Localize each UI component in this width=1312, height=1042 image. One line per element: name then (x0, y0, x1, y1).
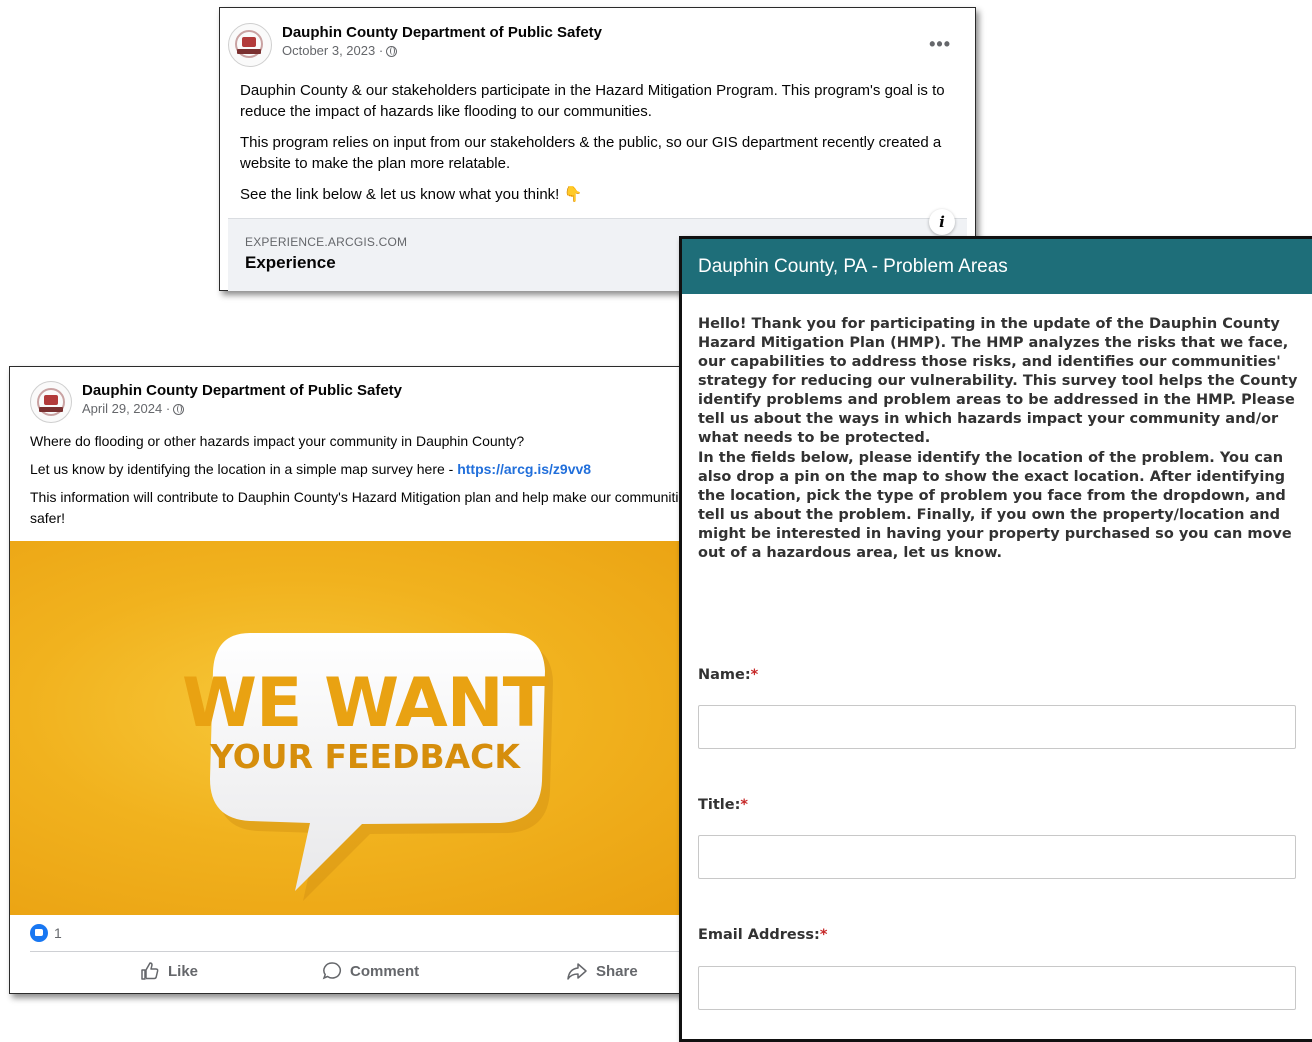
survey-form: Dauphin County, PA - Problem Areas Hello… (679, 236, 1312, 1042)
post-date-text[interactable]: October 3, 2023 · (282, 42, 383, 60)
link-title: Experience (245, 253, 336, 272)
required-marker: * (750, 667, 759, 683)
page-name-link[interactable]: Dauphin County Department of Public Safe… (82, 381, 402, 400)
required-marker: * (740, 797, 748, 813)
post-header: Dauphin County Department of Public Safe… (228, 23, 602, 67)
post-paragraph: This program relies on input from our st… (240, 134, 942, 172)
title-input[interactable] (698, 835, 1296, 879)
seal-band (237, 49, 261, 54)
title-label-text: Title: (698, 797, 741, 813)
post-paragraph: See the link below & let us know what yo… (240, 186, 583, 203)
globe-icon (173, 403, 185, 415)
link-domain: EXPERIENCE.ARCGIS.COM (245, 235, 408, 249)
page-avatar[interactable] (228, 23, 272, 67)
info-icon[interactable]: i (929, 209, 955, 235)
post-text: Let us know by identifying the location … (30, 461, 458, 477)
seal-center (242, 37, 256, 47)
survey-intro-paragraph: Hello! Thank you for participating in th… (698, 316, 1298, 446)
title-field-label: Title:* (698, 797, 748, 813)
globe-icon (386, 45, 398, 57)
feedback-image[interactable]: WE WANT YOUR FEEDBACK (10, 541, 725, 915)
like-label: Like (168, 962, 199, 980)
name-input[interactable] (698, 705, 1296, 749)
seal-band (39, 407, 63, 412)
share-button[interactable]: Share (566, 961, 638, 981)
post-paragraph: Let us know by identifying the location … (30, 459, 720, 480)
email-input[interactable] (698, 966, 1296, 1010)
post-meta: Dauphin County Department of Public Safe… (282, 23, 602, 60)
like-reaction-icon (30, 924, 48, 942)
required-marker: * (819, 927, 828, 943)
page-avatar[interactable] (30, 381, 72, 423)
share-icon (567, 963, 587, 980)
post-date: October 3, 2023 · (282, 42, 602, 60)
hero-headline: WE WANT (181, 664, 549, 743)
post-date: April 29, 2024 · (82, 400, 402, 418)
divider (30, 951, 725, 952)
survey-link[interactable]: https://arcg.is/z9vv8 (457, 461, 591, 477)
post-meta: Dauphin County Department of Public Safe… (82, 381, 402, 418)
more-options-icon[interactable]: ••• (929, 34, 951, 55)
email-label-text: Email Address: (698, 927, 820, 943)
post-header: Dauphin County Department of Public Safe… (30, 381, 402, 423)
page-name-link[interactable]: Dauphin County Department of Public Safe… (282, 23, 602, 42)
share-label: Share (596, 962, 638, 980)
name-label-text: Name: (698, 667, 751, 683)
post-date-text[interactable]: April 29, 2024 · (82, 400, 170, 418)
reaction-count: 1 (54, 925, 62, 941)
comment-label: Comment (350, 962, 420, 980)
facebook-post-april: Dauphin County Department of Public Safe… (9, 366, 726, 994)
hero-subheadline: YOUR FEEDBACK (210, 737, 520, 776)
seal-center (44, 395, 58, 405)
thumbs-up-icon (141, 962, 159, 980)
post-paragraph: Dauphin County & our stakeholders partic… (240, 82, 945, 120)
survey-header: Dauphin County, PA - Problem Areas (682, 239, 1312, 294)
email-field-label: Email Address:* (698, 927, 827, 943)
like-button[interactable]: Like (140, 961, 198, 981)
comment-button[interactable]: Comment (322, 961, 419, 981)
post-paragraph: Where do flooding or other hazards impac… (30, 433, 525, 449)
name-field-label: Name:* (698, 667, 758, 683)
reaction-summary[interactable]: 1 (30, 924, 62, 942)
post-paragraph: This information will contribute to Daup… (30, 489, 694, 526)
comment-icon (322, 962, 341, 980)
survey-instructions-paragraph: In the fields below, please identify the… (698, 450, 1292, 561)
